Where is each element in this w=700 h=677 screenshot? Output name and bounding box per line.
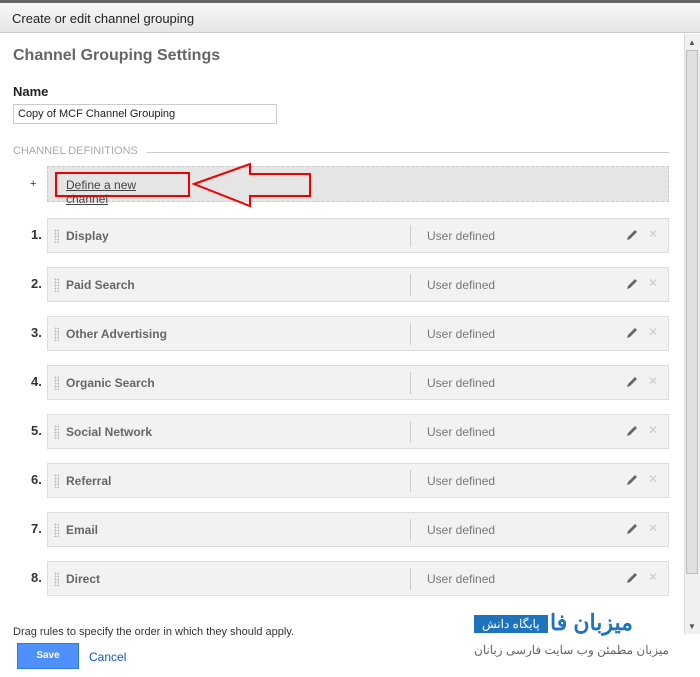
page-title: Channel Grouping Settings xyxy=(13,47,221,64)
divider xyxy=(410,568,411,590)
pencil-icon[interactable] xyxy=(625,522,639,536)
pencil-icon[interactable] xyxy=(625,326,639,340)
drag-handle-icon[interactable] xyxy=(54,229,59,243)
drag-handle-icon[interactable] xyxy=(54,327,59,341)
channel-name: Paid Search xyxy=(66,278,135,292)
close-icon[interactable]: ✕ xyxy=(648,570,658,584)
annotation-arrow-icon xyxy=(192,162,311,208)
divider xyxy=(410,225,411,247)
channel-type: User defined xyxy=(427,327,496,341)
channel-definitions-label: CHANNEL DEFINITIONS xyxy=(13,145,138,157)
channel-number: 6. xyxy=(31,472,42,487)
channel-row[interactable]: Other Advertising User defined ✕ xyxy=(47,316,669,351)
channel-number: 4. xyxy=(31,374,42,389)
drag-handle-icon[interactable] xyxy=(54,474,59,488)
name-input[interactable] xyxy=(13,104,277,124)
drag-handle-icon[interactable] xyxy=(54,572,59,586)
pencil-icon[interactable] xyxy=(625,424,639,438)
divider xyxy=(146,152,669,153)
channel-number: 2. xyxy=(31,276,42,291)
divider xyxy=(410,323,411,345)
channel-type: User defined xyxy=(427,278,496,292)
channel-number: 5. xyxy=(31,423,42,438)
pencil-icon[interactable] xyxy=(625,473,639,487)
plus-icon: + xyxy=(30,178,37,190)
pencil-icon[interactable] xyxy=(625,277,639,291)
channel-row[interactable]: Social Network User defined ✕ xyxy=(47,414,669,449)
close-icon[interactable]: ✕ xyxy=(648,276,658,290)
channel-type: User defined xyxy=(427,523,496,537)
pencil-icon[interactable] xyxy=(625,375,639,389)
channel-type: User defined xyxy=(427,474,496,488)
watermark-badge: پایگاه دانش xyxy=(474,615,548,633)
channel-name: Other Advertising xyxy=(66,327,167,341)
close-icon[interactable]: ✕ xyxy=(648,325,658,339)
drag-handle-icon[interactable] xyxy=(54,523,59,537)
channel-number: 8. xyxy=(31,570,42,585)
close-icon[interactable]: ✕ xyxy=(648,374,658,388)
scroll-up-icon[interactable]: ▲ xyxy=(688,38,696,47)
channel-row[interactable]: Email User defined ✕ xyxy=(47,512,669,547)
name-label: Name xyxy=(13,84,49,99)
channel-name: Referral xyxy=(66,474,112,488)
channel-number: 3. xyxy=(31,325,42,340)
channel-row[interactable]: Organic Search User defined ✕ xyxy=(47,365,669,400)
drag-handle-icon[interactable] xyxy=(54,376,59,390)
channel-type: User defined xyxy=(427,425,496,439)
define-new-channel-link[interactable]: Define a new channel xyxy=(55,172,190,206)
close-icon[interactable]: ✕ xyxy=(648,472,658,486)
drag-handle-icon[interactable] xyxy=(54,425,59,439)
channel-name: Social Network xyxy=(66,425,153,439)
close-icon[interactable]: ✕ xyxy=(648,423,658,437)
divider xyxy=(410,372,411,394)
dialog-title: Create or edit channel grouping xyxy=(0,3,700,33)
channel-type: User defined xyxy=(427,229,496,243)
dialog-content: Channel Grouping Settings Name CHANNEL D… xyxy=(0,34,683,638)
channel-number: 1. xyxy=(31,227,42,242)
channel-type: User defined xyxy=(427,572,496,586)
close-icon[interactable]: ✕ xyxy=(648,521,658,535)
save-button[interactable]: Save xyxy=(17,643,79,669)
channel-row[interactable]: Paid Search User defined ✕ xyxy=(47,267,669,302)
channel-name: Organic Search xyxy=(66,376,155,390)
channel-row[interactable]: Referral User defined ✕ xyxy=(47,463,669,498)
divider xyxy=(410,519,411,541)
channel-row[interactable]: Display User defined ✕ xyxy=(47,218,669,253)
watermark-logo: میزبان فا xyxy=(550,610,633,635)
pencil-icon[interactable] xyxy=(625,571,639,585)
drag-handle-icon[interactable] xyxy=(54,278,59,292)
channel-number: 7. xyxy=(31,521,42,536)
channel-name: Display xyxy=(66,229,109,243)
pencil-icon[interactable] xyxy=(625,228,639,242)
scroll-down-icon[interactable]: ▼ xyxy=(688,622,696,631)
drag-hint: Drag rules to specify the order in which… xyxy=(13,626,295,638)
channel-name: Direct xyxy=(66,572,101,586)
divider xyxy=(410,470,411,492)
channel-type: User defined xyxy=(427,376,496,390)
scrollbar-thumb[interactable] xyxy=(686,50,698,574)
channel-row[interactable]: Direct User defined ✕ xyxy=(47,561,669,596)
cancel-link[interactable]: Cancel xyxy=(89,650,126,664)
close-icon[interactable]: ✕ xyxy=(648,227,658,241)
watermark-tagline: میزبان مطمئن وب سایت فارسی زبانان xyxy=(474,643,669,657)
divider xyxy=(410,274,411,296)
divider xyxy=(410,421,411,443)
channel-name: Email xyxy=(66,523,99,537)
